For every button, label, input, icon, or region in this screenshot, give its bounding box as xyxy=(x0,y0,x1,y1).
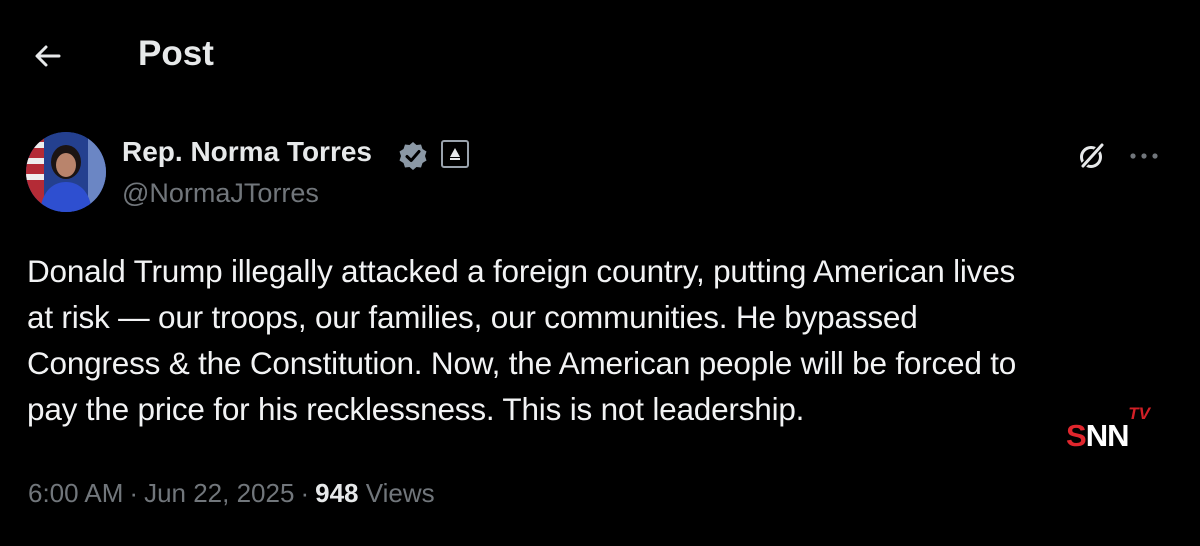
author-name[interactable]: Rep. Norma Torres xyxy=(122,136,372,168)
header: Post xyxy=(0,0,1200,110)
views-count: 948 xyxy=(315,478,359,508)
government-affiliation-glyph xyxy=(450,148,460,160)
grok-button[interactable] xyxy=(1074,138,1110,174)
watermark-tv: TV xyxy=(1128,404,1150,423)
grok-icon xyxy=(1079,143,1104,170)
views-label: Views xyxy=(365,478,435,508)
author-handle[interactable]: @NormaJTorres xyxy=(122,178,319,209)
arrow-left-icon xyxy=(35,45,61,67)
government-affiliation-icon[interactable] xyxy=(441,140,469,168)
avatar[interactable] xyxy=(26,132,106,212)
back-button[interactable] xyxy=(30,38,66,74)
post-date[interactable]: Jun 22, 2025 xyxy=(144,478,294,508)
more-button[interactable] xyxy=(1126,138,1162,174)
meta-separator: · xyxy=(300,478,310,508)
snn-tv-watermark: TV SNN xyxy=(1062,404,1154,456)
verified-badge-icon xyxy=(399,142,427,170)
post-text: Donald Trump illegally attacked a foreig… xyxy=(27,248,1177,432)
post-text-line: Congress & the Constitution. Now, the Am… xyxy=(27,345,1017,381)
post-text-line: Donald Trump illegally attacked a foreig… xyxy=(27,253,1016,289)
meta-separator: · xyxy=(129,478,139,508)
more-horizontal-icon xyxy=(1130,153,1158,159)
post-meta: 6:00 AM · Jun 22, 2025 · 948 Views xyxy=(28,478,435,509)
page-title: Post xyxy=(138,34,214,73)
watermark-logo: SNN xyxy=(1066,418,1129,453)
post-time[interactable]: 6:00 AM xyxy=(28,478,123,508)
post-text-line: pay the price for his recklessness. This… xyxy=(27,391,805,427)
avatar-image xyxy=(26,132,106,212)
post-text-line: at risk — our troops, our families, our … xyxy=(27,299,918,335)
